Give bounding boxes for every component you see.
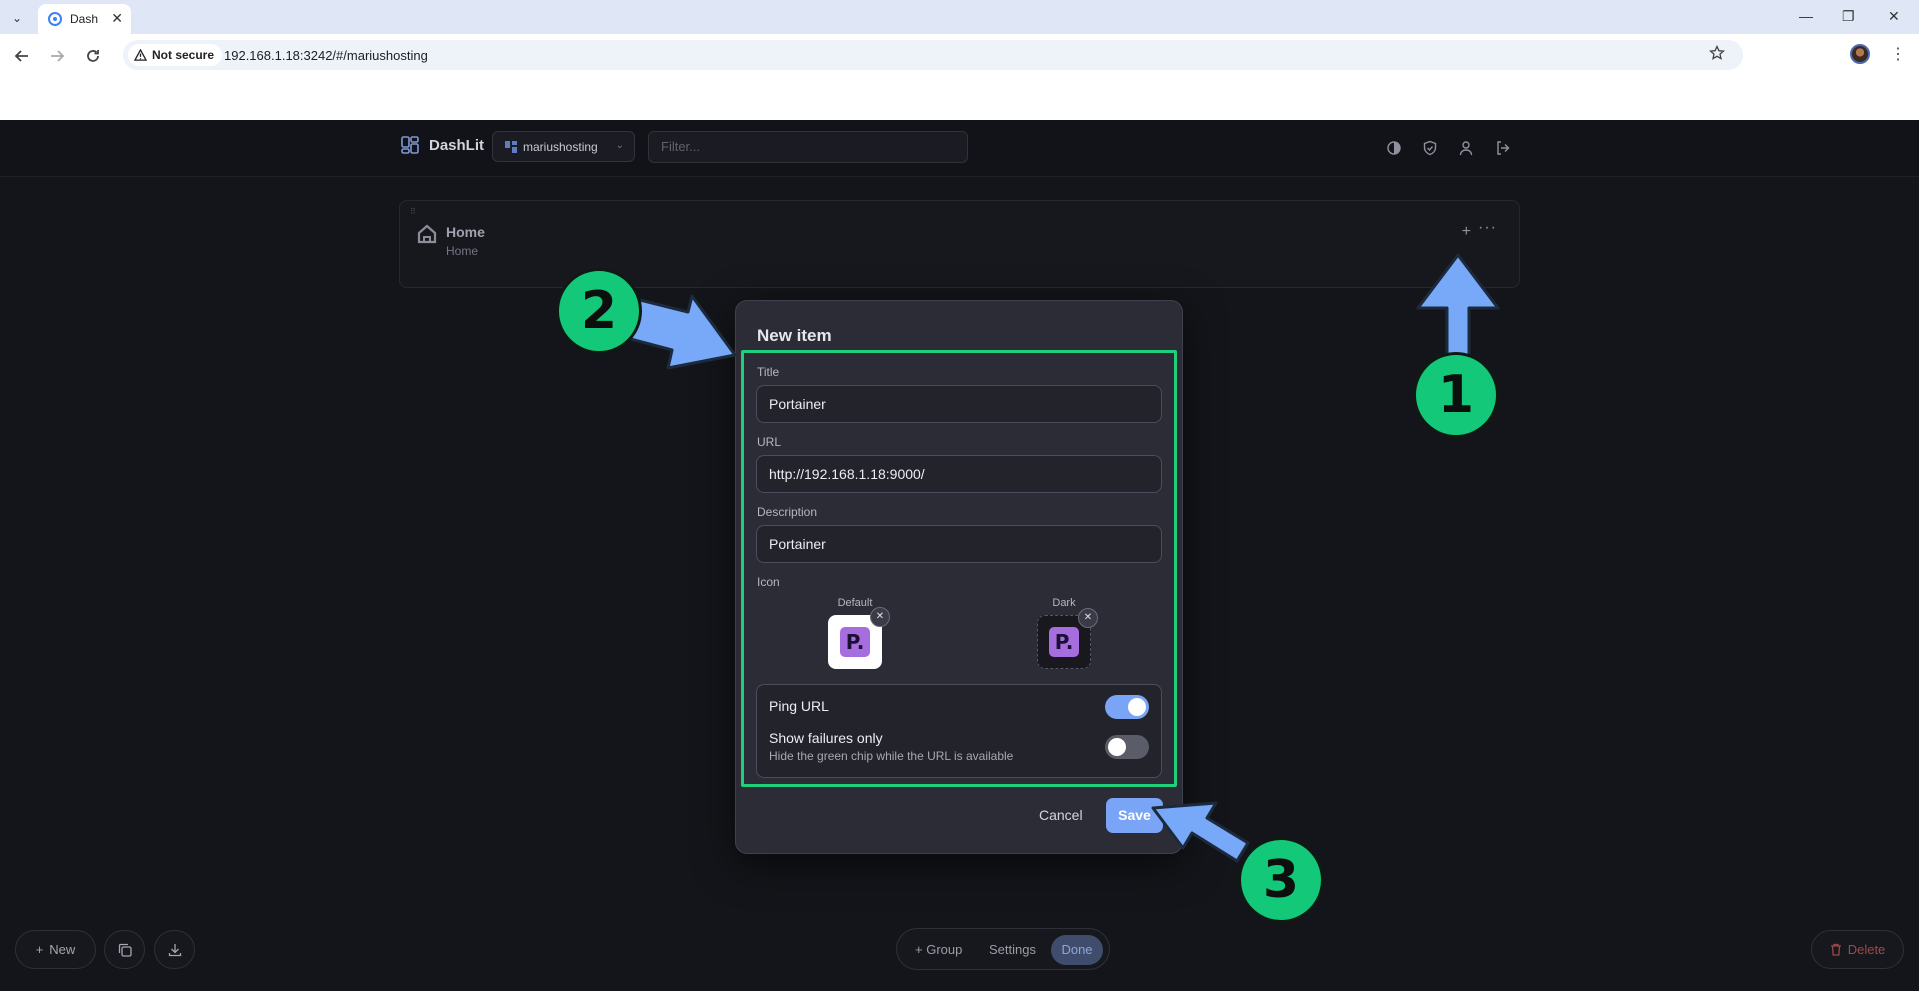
url-text: 192.168.1.18:3242/#/mariushosting <box>224 48 428 63</box>
title-input[interactable]: Portainer <box>756 385 1162 423</box>
dark-icon-picker: Dark P. ✕ <box>1036 597 1098 669</box>
plus-icon: + <box>35 942 44 957</box>
more-options-icon[interactable]: ··· <box>1478 219 1497 237</box>
back-icon[interactable] <box>10 44 34 68</box>
warning-icon <box>134 48 147 61</box>
user-icon[interactable] <box>1458 140 1474 156</box>
ping-settings-panel: Ping URL Show failures only Hide the gre… <box>756 684 1162 778</box>
new-button-label: New <box>49 942 76 957</box>
reload-icon[interactable] <box>81 44 105 68</box>
brand-name: DashLit <box>429 136 485 154</box>
download-icon <box>168 943 181 956</box>
description-label: Description <box>757 505 818 519</box>
dashlit-logo-icon <box>401 136 419 154</box>
toggle-knob <box>1128 698 1146 716</box>
default-icon-picker: Default P. ✕ <box>827 597 890 669</box>
drag-handle-icon[interactable]: ⠿ <box>410 207 416 216</box>
cancel-button[interactable]: Cancel <box>1039 807 1083 823</box>
address-bar[interactable]: Not secure 192.168.1.18:3242/#/mariushos… <box>123 40 1743 70</box>
restore-icon[interactable]: ❐ <box>1842 8 1855 25</box>
browser-toolbar: Not secure 192.168.1.18:3242/#/mariushos… <box>0 34 1919 120</box>
tab-search-chevron-icon[interactable]: ⌄ <box>6 7 28 29</box>
ping-url-label: Ping URL <box>769 698 829 714</box>
minimize-icon[interactable]: — <box>1799 8 1813 24</box>
shield-check-icon[interactable] <box>1422 140 1438 156</box>
done-button[interactable]: Done <box>1051 935 1103 965</box>
new-item-dialog: New item Title Portainer URL http://192.… <box>735 300 1183 854</box>
filter-input[interactable]: Filter... <box>648 131 968 163</box>
browser-tab-strip: ⌄ Dash ✕ — ❐ ✕ <box>0 0 1919 34</box>
save-button[interactable]: Save <box>1106 798 1163 833</box>
delete-button-label: Delete <box>1847 942 1886 957</box>
chevron-down-icon: ⌄ <box>615 140 624 151</box>
default-icon-slot[interactable]: P. ✕ <box>828 607 890 669</box>
tab-title: Dash <box>70 12 99 26</box>
window-close-icon[interactable]: ✕ <box>1888 8 1900 25</box>
dashboard-select[interactable]: mariushosting ⌄ <box>492 131 635 162</box>
delete-button[interactable]: Delete <box>1811 930 1904 969</box>
group-title: Home <box>446 224 485 240</box>
show-failures-toggle[interactable] <box>1105 735 1149 759</box>
app-header: DashLit mariushosting ⌄ Filter... <box>0 120 1919 177</box>
security-chip[interactable]: Not secure <box>128 44 223 66</box>
brand[interactable]: DashLit <box>401 136 484 154</box>
step-2-badge: 2 <box>556 268 642 354</box>
dashboard-icon <box>505 140 517 153</box>
remove-dark-icon-button[interactable]: ✕ <box>1078 608 1098 628</box>
show-failures-help: Hide the green chip while the URL is ava… <box>769 749 1014 763</box>
dialog-title: New item <box>757 326 832 345</box>
url-input[interactable]: http://192.168.1.18:9000/ <box>756 455 1162 493</box>
home-icon <box>417 224 437 244</box>
remove-default-icon-button[interactable]: ✕ <box>870 607 890 627</box>
copy-icon <box>118 943 132 957</box>
url-label: URL <box>757 435 782 449</box>
trash-icon <box>1830 943 1841 956</box>
bookmark-star-icon[interactable] <box>1708 44 1726 66</box>
forward-icon[interactable] <box>45 44 69 68</box>
portainer-dark-icon: P. <box>1049 627 1079 657</box>
add-item-icon[interactable]: + <box>1462 223 1471 241</box>
security-label: Not secure <box>152 48 215 62</box>
group-subtitle: Home <box>446 244 479 258</box>
step-1-badge: 1 <box>1413 352 1499 438</box>
duplicate-button[interactable] <box>104 930 145 969</box>
tab-close-icon[interactable]: ✕ <box>111 10 123 27</box>
dashlit-favicon-icon <box>48 12 62 26</box>
dark-icon-caption: Dark <box>1052 597 1076 609</box>
browser-menu-icon[interactable]: ⋮ <box>1890 44 1906 64</box>
portainer-icon: P. <box>840 627 870 657</box>
edit-controls: + Group Settings Done <box>896 928 1110 970</box>
dark-icon-slot[interactable]: P. ✕ <box>1037 608 1098 669</box>
download-button[interactable] <box>154 930 195 969</box>
settings-button[interactable]: Settings <box>989 942 1036 957</box>
logout-icon[interactable] <box>1495 140 1511 156</box>
ping-url-toggle[interactable] <box>1105 695 1149 719</box>
new-button[interactable]: + New <box>15 930 96 969</box>
theme-toggle-icon[interactable] <box>1386 140 1402 156</box>
group-card: ⠿ Home Home + ··· <box>399 200 1520 288</box>
add-group-button[interactable]: + Group <box>915 942 962 957</box>
dashboard-select-value: mariushosting <box>523 139 598 154</box>
step-3-badge: 3 <box>1238 837 1324 923</box>
icon-label: Icon <box>757 575 780 589</box>
description-input[interactable]: Portainer <box>756 525 1162 563</box>
title-label: Title <box>757 365 780 379</box>
arrow-2 <box>625 294 737 370</box>
browser-tab[interactable]: Dash ✕ <box>38 4 131 34</box>
show-failures-label: Show failures only <box>769 730 883 746</box>
profile-avatar[interactable] <box>1850 44 1870 64</box>
toggle-knob <box>1108 738 1126 756</box>
